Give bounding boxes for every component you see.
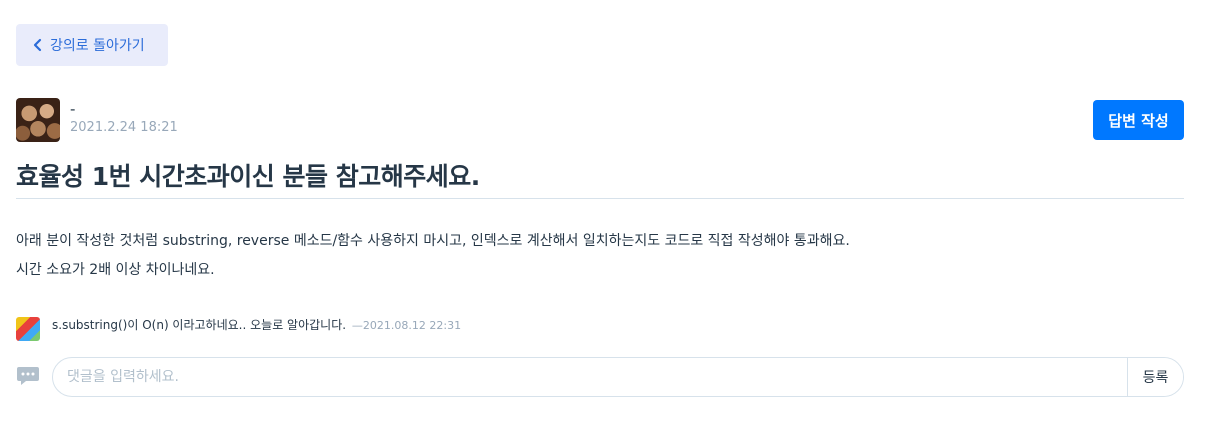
write-answer-button[interactable]: 답변 작성 [1093, 100, 1184, 140]
back-to-lecture-button[interactable]: 강의로 돌아가기 [16, 24, 168, 66]
comment-form: 등록 [16, 357, 1184, 397]
comment-input-wrapper: 등록 [52, 357, 1184, 397]
chevron-left-icon [30, 37, 46, 53]
post-title: 효율성 1번 시간초과이신 분들 참고해주세요. [16, 162, 480, 191]
submit-comment-button[interactable]: 등록 [1127, 358, 1183, 396]
comment-item: s.substring()이 O(n) 이라고하네요.. 오늘로 알아갑니다. … [16, 313, 1184, 341]
post-date: 2021.2.24 18:21 [70, 120, 178, 135]
post-body-line: 시간 소요가 2배 이상 차이나네요. [16, 262, 215, 278]
speech-bubble-icon [16, 365, 40, 387]
commenter-avatar [16, 317, 40, 341]
back-label: 강의로 돌아가기 [50, 38, 145, 54]
post-body-line: 아래 분이 작성한 것처럼 substring, reverse 메소드/함수 … [16, 233, 850, 249]
comment-text: s.substring()이 O(n) 이라고하네요.. 오늘로 알아갑니다. [52, 318, 347, 332]
post-body: 아래 분이 작성한 것처럼 substring, reverse 메소드/함수 … [16, 227, 850, 285]
author-name: - [70, 100, 76, 118]
post-header: - 2021.2.24 18:21 답변 작성 [16, 98, 1184, 142]
divider [16, 198, 1184, 199]
comment-date: —2021.08.12 22:31 [351, 319, 462, 332]
author-avatar [16, 98, 60, 142]
comment-input[interactable] [53, 358, 1127, 396]
